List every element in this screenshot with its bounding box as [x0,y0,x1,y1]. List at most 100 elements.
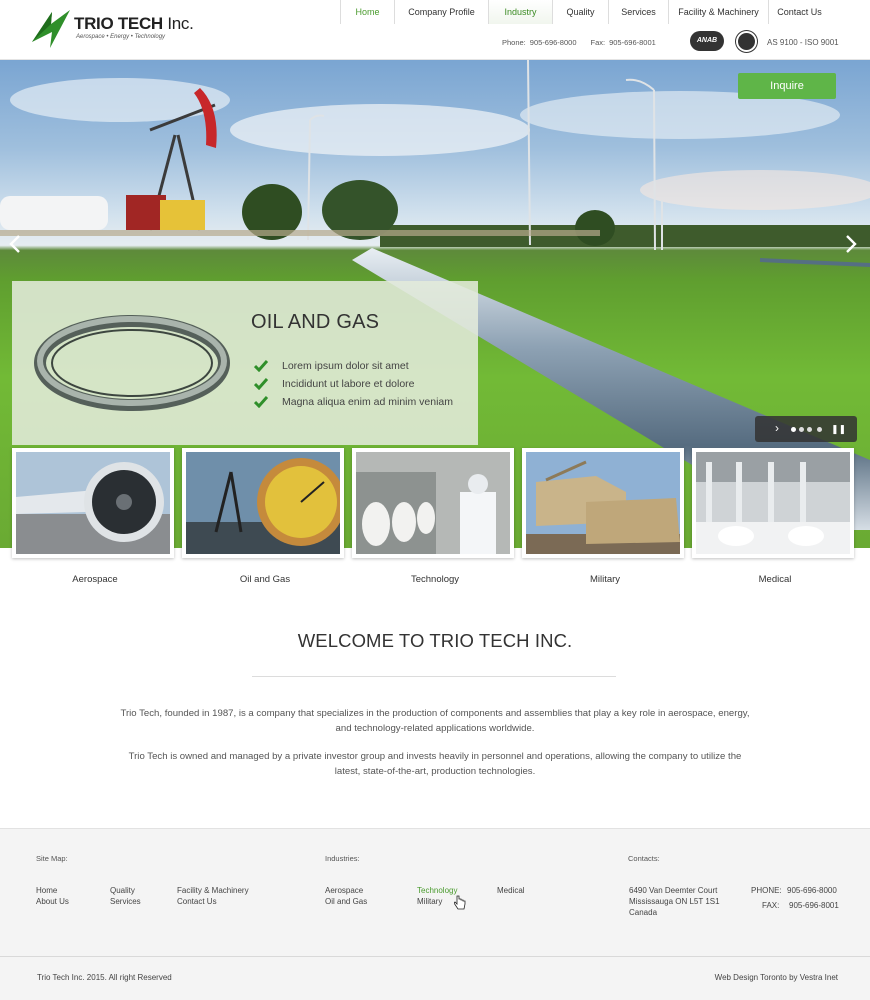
site-header: TRIO TECH Inc. Aerospace • Energy • Tech… [0,0,870,60]
slide-bullet-list: Lorem ipsum dolor sit amet Incididunt ut… [254,357,453,411]
nav-home[interactable]: Home [340,0,394,24]
credit-link[interactable]: Web Design Toronto by Vestra Inet [715,973,838,982]
welcome-title: WELCOME TO TRIO TECH INC. [297,630,573,651]
slide-info-card: OIL AND GAS Lorem ipsum dolor sit amet I… [12,281,478,445]
nav-services[interactable]: Services [608,0,668,24]
sitemap-heading: Site Map: [36,854,68,863]
footer-link-medical[interactable]: Medical [497,886,525,895]
footer-link-home[interactable]: Home [36,886,57,895]
footer-link-about-us[interactable]: About Us [36,897,69,906]
hero-prev-button[interactable] [8,234,22,254]
welcome-text: Trio Tech, founded in 1987, is a company… [120,708,750,719]
header-contact: Phone: 905-696-8000 Fax: 905-696-8001 [502,38,660,47]
certifications-text: AS 9100 - ISO 9001 [767,38,839,47]
footer-link-technology[interactable]: Technology [417,886,457,895]
slider-dot[interactable] [807,427,812,432]
welcome-text: latest, state-of-the-art, production tec… [334,765,536,777]
nav-industry[interactable]: Industry [488,0,552,24]
footer-phone-label: PHONE: [751,886,782,895]
welcome-paragraph-1: Trio Tech, founded in 1987, is a company… [110,707,760,736]
site-footer: Site Map: Home About Us Quality Services… [0,828,870,956]
slider-dot[interactable] [791,427,796,432]
phone-label: Phone: [502,38,526,47]
lab-scientist-image [356,452,510,554]
fax-number: 905-696-8001 [609,38,656,47]
address-line: 6490 Van Deemter Court [629,886,718,895]
footer-link-services[interactable]: Services [110,897,141,906]
slide-title: OIL AND GAS [251,311,380,333]
medical-machinery-image [696,452,850,554]
pause-icon[interactable]: ❚❚ [831,424,846,434]
chevron-left-icon [9,235,20,253]
industry-card-technology[interactable]: Technology [352,448,518,585]
welcome-divider [252,676,616,677]
slide-bullet: Magna aliqua enim ad minim veniam [254,393,453,411]
checkmark-icon [254,360,268,372]
industry-label[interactable]: Aerospace [12,574,178,585]
nav-company-profile[interactable]: Company Profile [394,0,488,24]
bottom-bar: Trio Tech Inc. 2015. All right Reserved … [0,956,870,1000]
inquire-button[interactable]: Inquire [738,73,836,99]
industry-label[interactable]: Technology [352,574,518,585]
industries-heading: Industries: [325,854,360,863]
anab-badge-icon: ANAB [690,31,724,51]
industry-label[interactable]: Oil and Gas [182,574,348,585]
footer-link-aerospace[interactable]: Aerospace [325,886,363,895]
chevron-right-icon [846,235,857,253]
footer-fax: 905-696-8001 [789,901,839,910]
industry-thumbnail[interactable] [522,448,684,558]
copyright-text: Trio Tech Inc. 2015. All right Reserved [37,973,172,982]
footer-link-oil-gas[interactable]: Oil and Gas [325,897,367,906]
industry-card-oil-gas[interactable]: Oil and Gas [182,448,348,585]
industry-thumbnail[interactable] [692,448,854,558]
bearing-ring-image [34,315,230,411]
industry-label[interactable]: Military [522,574,688,585]
industry-thumbnail[interactable] [182,448,344,558]
jet-engine-image [16,452,170,554]
slide-bullet: Incididunt ut labore et dolore [254,375,453,393]
lightning-bolt-logo-icon [32,10,70,48]
hand-cursor-icon [454,895,466,910]
footer-link-contact-us[interactable]: Contact Us [177,897,217,906]
nav-quality[interactable]: Quality [552,0,608,24]
slide-bullet-text: Lorem ipsum dolor sit amet [282,360,409,372]
slider-dot[interactable] [799,427,804,432]
iso-seal-icon [736,31,757,52]
slide-bullet: Lorem ipsum dolor sit amet [254,357,453,375]
contacts-heading: Contacts: [628,854,660,863]
pressure-gauge-image [186,452,340,554]
logo-tagline: Aerospace • Energy • Technology [76,34,166,40]
footer-link-facility-machinery[interactable]: Facility & Machinery [177,886,249,895]
slider-next-icon[interactable]: › [775,421,779,435]
address-line: Canada [629,908,658,917]
slide-bullet-text: Magna aliqua enim ad minim veniam [282,396,453,408]
slider-controls: › ❚❚ [755,416,857,442]
logo[interactable]: TRIO TECH Inc. Aerospace • Energy • Tech… [30,8,194,50]
tank-image [526,452,680,554]
fax-label: Fax: [590,38,606,47]
industry-thumbnail[interactable] [352,448,514,558]
industries-strip: Aerospace Oil and Gas Technology Militar… [0,448,870,588]
footer-link-quality[interactable]: Quality [110,886,135,895]
checkmark-icon [254,396,268,408]
main-nav: Home Company Profile Industry Quality Se… [340,0,830,24]
hero-next-button[interactable] [844,234,858,254]
industry-card-military[interactable]: Military [522,448,688,585]
nav-facility-machinery[interactable]: Facility & Machinery [668,0,768,24]
industry-card-medical[interactable]: Medical [692,448,858,585]
footer-link-military[interactable]: Military [417,897,442,906]
industry-thumbnail[interactable] [12,448,174,558]
industry-card-aerospace[interactable]: Aerospace [12,448,178,585]
logo-title: TRIO TECH Inc. [74,14,194,33]
nav-contact-us[interactable]: Contact Us [768,0,830,24]
checkmark-icon [254,378,268,390]
address-line: Mississauga ON L5T 1S1 [629,897,720,906]
slide-bullet-text: Incididunt ut labore et dolore [282,378,415,390]
phone-number: 905-696-8000 [529,38,577,47]
slider-dot[interactable] [817,427,822,432]
welcome-text: and technology-related applications worl… [335,722,535,734]
footer-fax-label: FAX: [762,901,780,910]
welcome-text: Trio Tech is owned and managed by a priv… [128,751,742,762]
footer-phone: 905-696-8000 [787,886,837,895]
industry-label[interactable]: Medical [692,574,858,585]
